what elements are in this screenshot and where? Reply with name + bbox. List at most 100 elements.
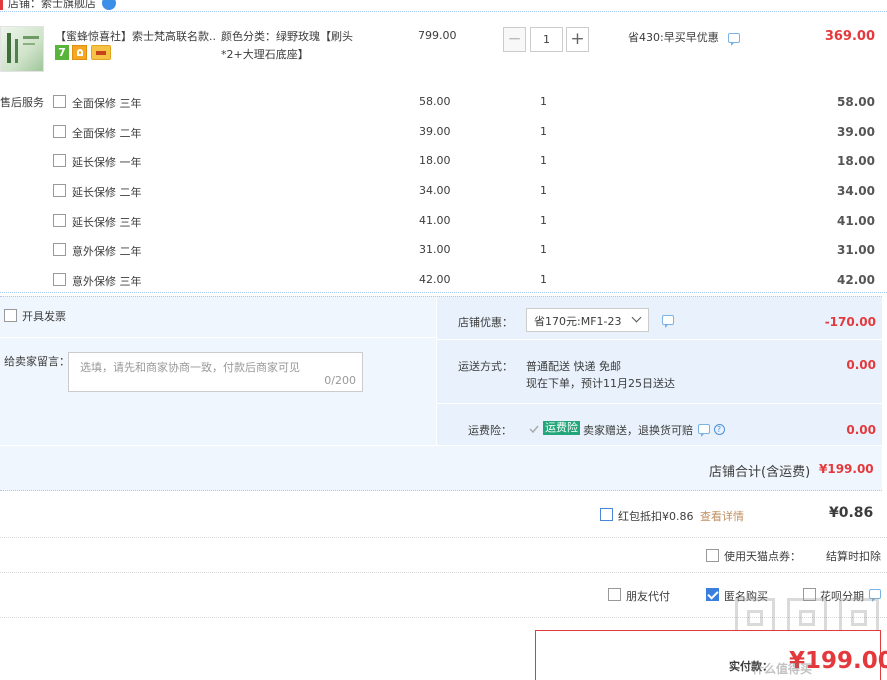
- after-sales-qty: 1: [540, 184, 547, 197]
- after-sales-qty: 1: [540, 214, 547, 227]
- divider: [0, 572, 887, 573]
- after-sales-total: 31.00: [837, 243, 875, 257]
- product-thumbnail[interactable]: [0, 26, 44, 72]
- chat-icon[interactable]: [728, 33, 741, 46]
- after-sales-row: 全面保修 二年 39.00 1 39.00: [0, 125, 887, 155]
- lock-guarantee-icon[interactable]: [72, 45, 87, 60]
- after-sales-total: 42.00: [837, 273, 875, 287]
- after-sales-name[interactable]: 全面保修 二年: [72, 125, 142, 141]
- after-sales-name[interactable]: 全面保修 三年: [72, 95, 142, 111]
- after-sales-checkbox[interactable]: [53, 243, 66, 256]
- shop-discount-value: 省170元:MF1-23: [534, 315, 622, 328]
- after-sales-checkbox[interactable]: [53, 273, 66, 286]
- freight-insurance-tag-wrap: 运费险: [543, 421, 580, 435]
- wangwang-contact-icon[interactable]: [102, 0, 116, 10]
- divider: [0, 292, 887, 293]
- product-subtotal: 369.00: [824, 29, 875, 44]
- after-sales-row: 全面保修 三年 58.00 1 58.00: [0, 95, 887, 125]
- after-sales-qty: 1: [540, 243, 547, 256]
- after-sales-name[interactable]: 意外保修 二年: [72, 243, 142, 259]
- after-sales-name[interactable]: 意外保修 三年: [72, 273, 142, 289]
- after-sales-price: 58.00: [419, 95, 451, 108]
- after-sales-price: 31.00: [419, 243, 451, 256]
- tmall-points-note: 结算时扣除: [826, 550, 881, 563]
- help-icon[interactable]: ?: [713, 423, 725, 435]
- freight-insurance-desc: 卖家赠送，退换货可赔: [583, 424, 693, 437]
- promo-text: 省430:早买早优惠: [628, 31, 719, 44]
- after-sales-name[interactable]: 延长保修 二年: [72, 184, 142, 200]
- seller-message-input[interactable]: 选填，请先和商家协商一致，付款后商家可见 0/200: [68, 352, 363, 392]
- shop-header: 店铺：索士旗舰店: [0, 0, 887, 12]
- seven-day-return-icon[interactable]: 7: [55, 45, 69, 60]
- after-sales-qty: 1: [540, 95, 547, 108]
- quantity-increase-button[interactable]: +: [566, 27, 589, 52]
- quantity-decrease-button[interactable]: −: [503, 27, 526, 52]
- unit-price: 799.00: [418, 29, 457, 42]
- chat-icon[interactable]: [698, 424, 710, 437]
- friend-pay-label[interactable]: 朋友代付: [626, 588, 670, 604]
- after-sales-name[interactable]: 延长保修 一年: [72, 154, 142, 170]
- after-sales-qty: 1: [540, 125, 547, 138]
- invoice-label[interactable]: 开具发票: [22, 308, 66, 324]
- after-sales-total: 41.00: [837, 214, 875, 228]
- after-sales-qty: 1: [540, 273, 547, 286]
- payment-summary: 实付款： ¥199.00: [535, 630, 887, 680]
- seller-message-placeholder: 选填，请先和商家协商一致，付款后商家可见: [80, 361, 300, 374]
- after-sales-total: 18.00: [837, 154, 875, 168]
- anonymous-checkbox[interactable]: [706, 588, 719, 601]
- shipping-amount: 0.00: [846, 358, 876, 372]
- after-sales-price: 42.00: [419, 273, 451, 286]
- after-sales-checkbox[interactable]: [53, 154, 66, 167]
- product-promo: 省430:早买早优惠: [628, 29, 741, 46]
- after-sales-row: 延长保修 二年 34.00 1 34.00: [0, 184, 887, 214]
- after-sales-row: 意外保修 二年 31.00 1 31.00: [0, 243, 887, 273]
- quantity-input[interactable]: 1: [530, 27, 563, 52]
- tmall-points-label[interactable]: 使用天猫点券：: [724, 548, 801, 564]
- shop-name[interactable]: 店铺：索士旗舰店: [8, 0, 96, 11]
- shipping-eta: 现在下单，预计11月25日送达: [526, 377, 675, 390]
- message-label: 给卖家留言：: [4, 355, 70, 368]
- shop-total-amount: ¥199.00: [819, 462, 874, 476]
- after-sales-row: 延长保修 三年 41.00 1 41.00: [0, 214, 887, 244]
- after-sales-checkbox[interactable]: [53, 184, 66, 197]
- divider: [0, 537, 887, 538]
- freight-insurance-amount: 0.00: [846, 423, 876, 437]
- freight-insurance-tag: 运费险: [543, 421, 580, 435]
- credit-card-icon[interactable]: [91, 45, 111, 60]
- chevron-down-icon: [631, 312, 642, 323]
- shipping-method: 普通配送 快递 免邮: [526, 360, 621, 373]
- shop-discount-select[interactable]: 省170元:MF1-23: [526, 308, 649, 332]
- red-packet-amount: ¥0.86: [829, 505, 874, 521]
- chat-icon[interactable]: [662, 315, 674, 328]
- red-packet-details-link[interactable]: 查看详情: [700, 508, 744, 524]
- after-sales-checkbox[interactable]: [53, 125, 66, 138]
- after-sales-row: 延长保修 一年 18.00 1 18.00: [0, 154, 887, 184]
- shop-discount-amount: -170.00: [824, 315, 876, 329]
- after-sales-total: 58.00: [837, 95, 875, 109]
- red-packet-label[interactable]: 红包抵扣¥0.86: [618, 508, 694, 524]
- friend-pay-checkbox[interactable]: [608, 588, 621, 601]
- after-sales-total: 39.00: [837, 125, 875, 139]
- freight-insurance-icons: ?: [698, 422, 725, 437]
- after-sales-price: 41.00: [419, 214, 451, 227]
- product-sku: 颜色分类：绿野玫瑰【刷头*2+大理石底座】: [221, 30, 353, 61]
- after-sales-price: 39.00: [419, 125, 451, 138]
- after-sales-name[interactable]: 延长保修 三年: [72, 214, 142, 230]
- freight-insurance-label: 运费险：: [468, 424, 512, 437]
- after-sales-checkbox[interactable]: [53, 214, 66, 227]
- red-packet-checkbox[interactable]: [600, 508, 613, 521]
- shop-order-panel: 开具发票 给卖家留言： 选填，请先和商家协商一致，付款后商家可见 0/200 店…: [0, 296, 882, 491]
- after-sales-price: 34.00: [419, 184, 451, 197]
- shop-header-accent: [0, 0, 3, 10]
- after-sales-qty: 1: [540, 154, 547, 167]
- shipping-label: 运送方式：: [458, 360, 513, 373]
- invoice-checkbox[interactable]: [4, 309, 17, 322]
- product-title[interactable]: 【蜜蜂惊喜社】索士梵高联名款...: [55, 28, 217, 44]
- after-sales-total: 34.00: [837, 184, 875, 198]
- shop-total-label: 店铺合计(含运费): [709, 465, 811, 480]
- after-sales-checkbox[interactable]: [53, 95, 66, 108]
- seller-message-counter: 0/200: [324, 374, 356, 387]
- checkmark-icon: [528, 423, 540, 435]
- watermark-text: 什么值得买: [752, 662, 813, 676]
- tmall-points-checkbox[interactable]: [706, 549, 719, 562]
